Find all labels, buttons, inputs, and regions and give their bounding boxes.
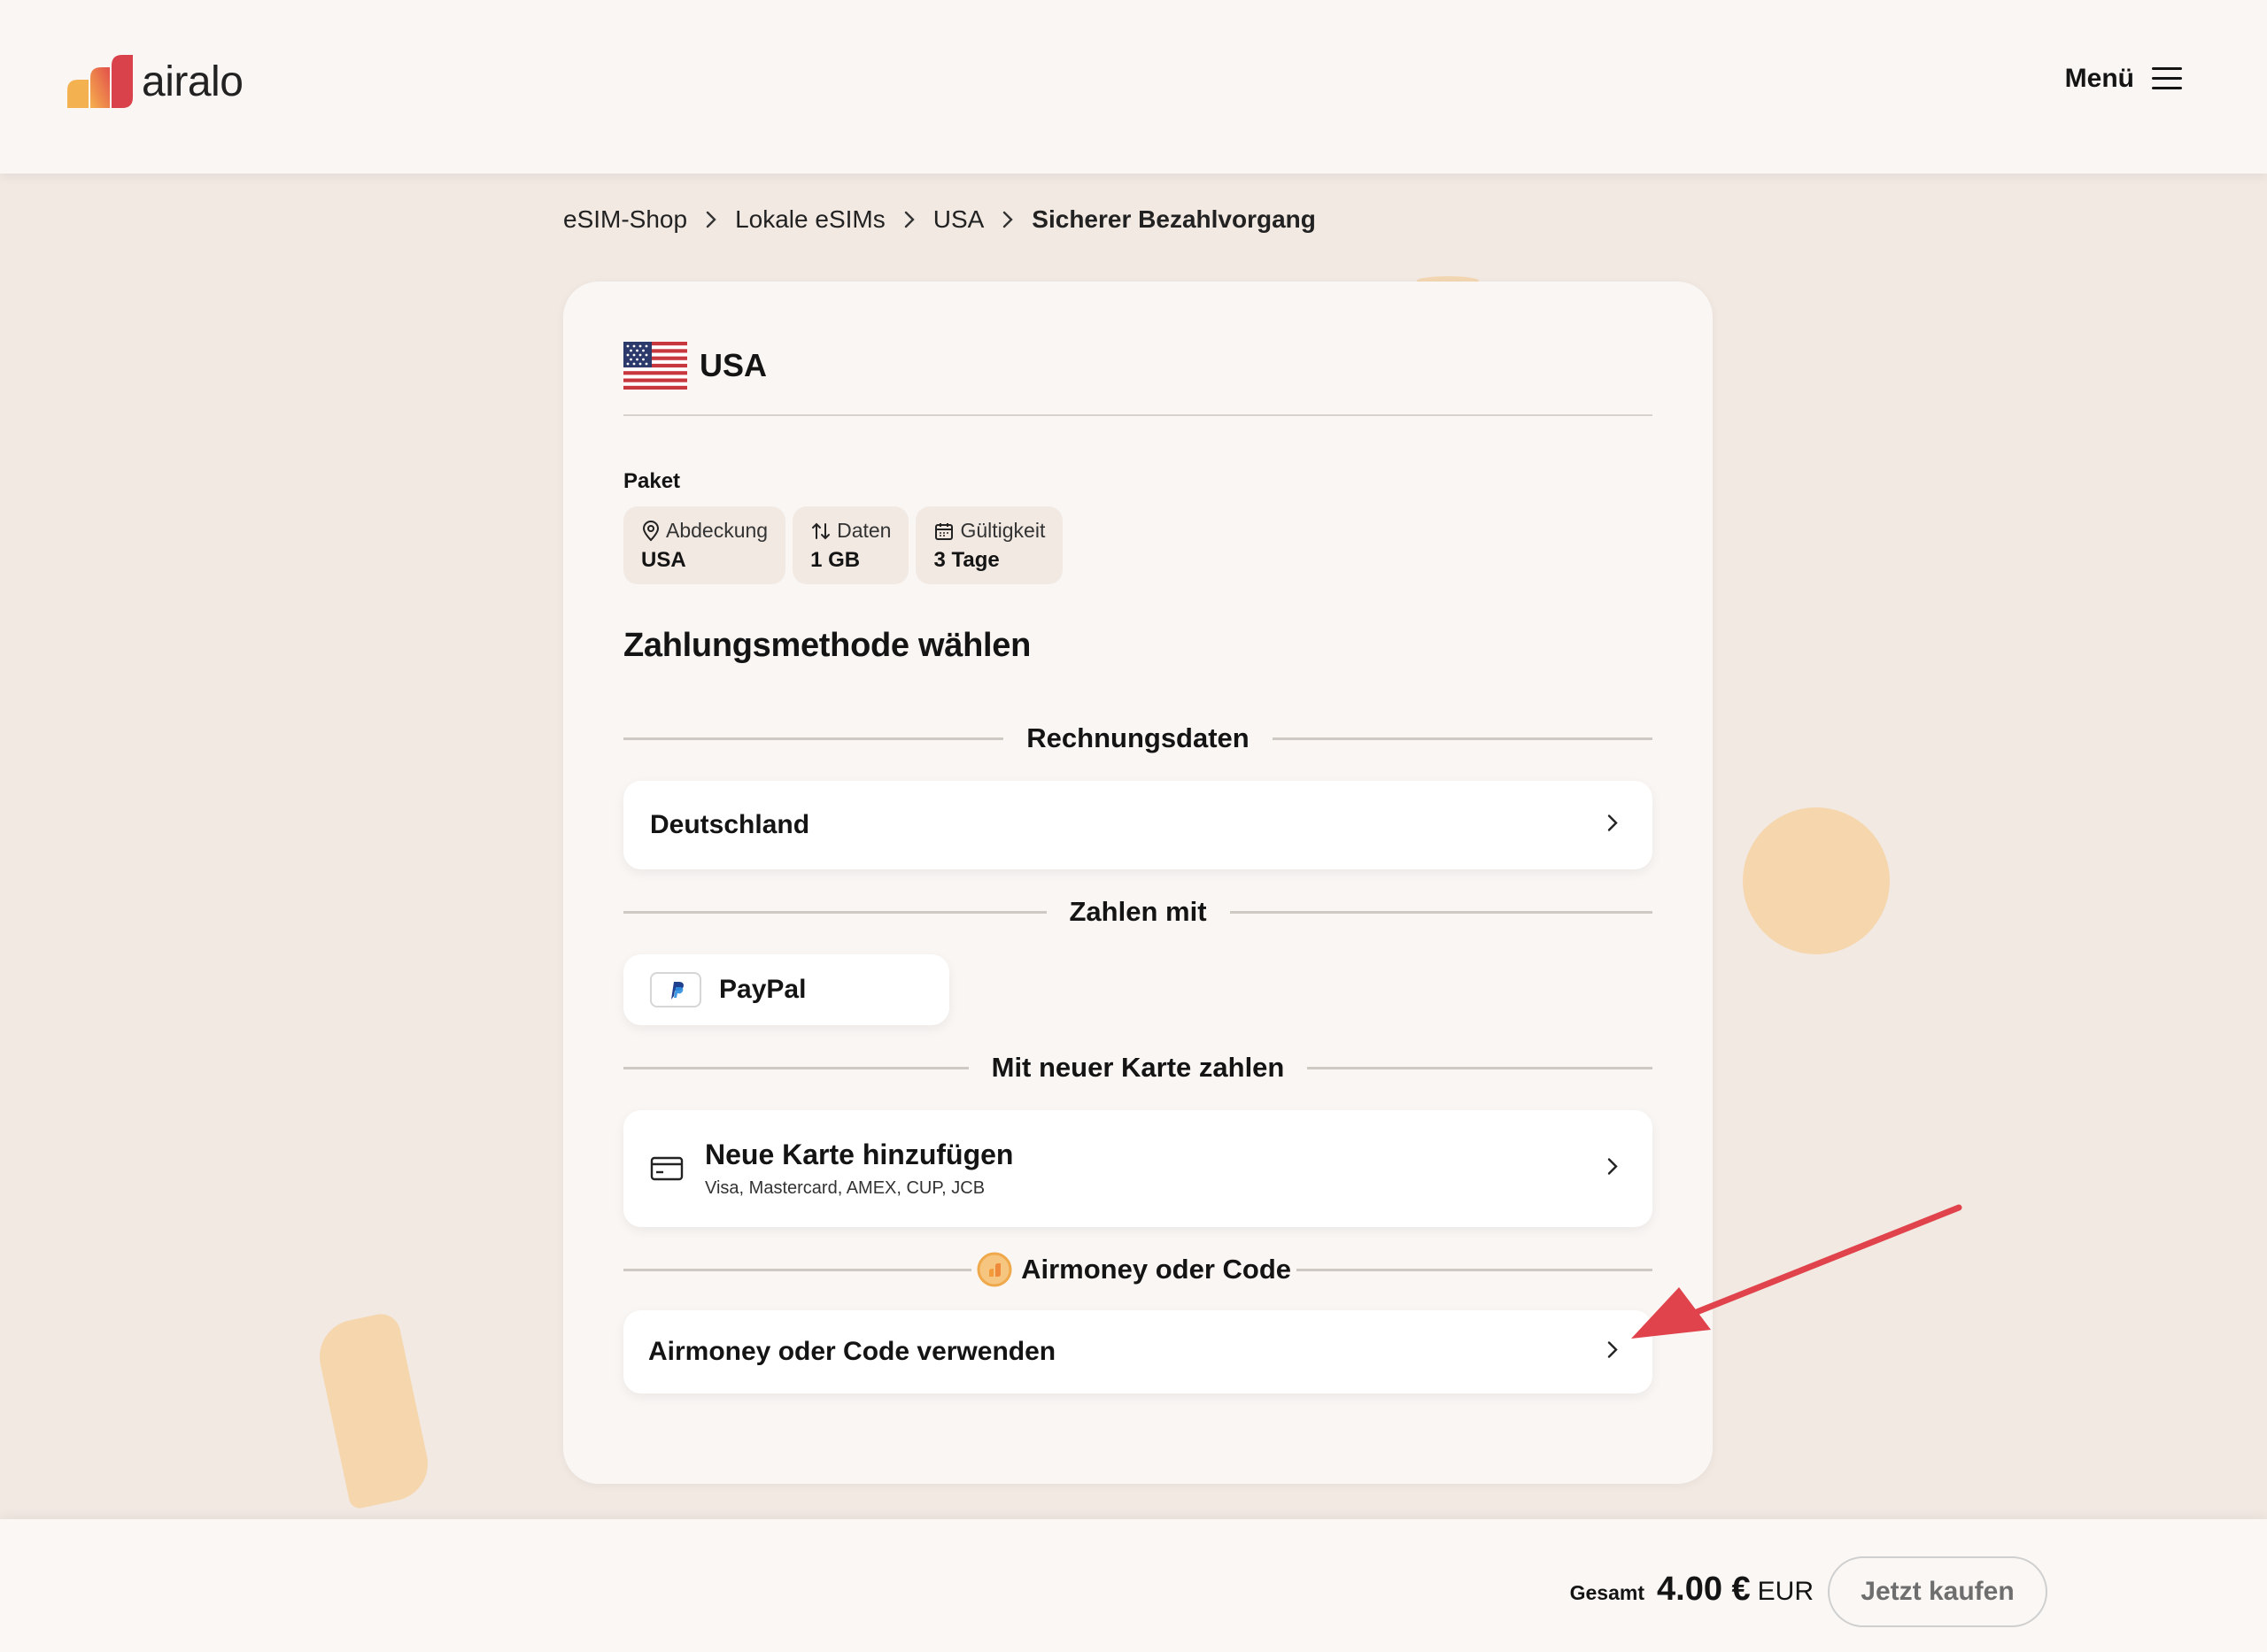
location-pin-icon <box>642 520 660 541</box>
chip-validity: Gültigkeit 3 Tage <box>916 506 1064 584</box>
us-flag-icon <box>623 342 687 390</box>
billing-divider-label: Rechnungsdaten <box>1026 722 1250 753</box>
airmoney-divider: Airmoney oder Code <box>623 1252 1652 1287</box>
logo-text: airalo <box>142 58 244 105</box>
pay-with-divider-label: Zahlen mit <box>1069 896 1207 927</box>
add-card-subtitle: Visa, Mastercard, AMEX, CUP, JCB <box>705 1178 986 1198</box>
new-card-divider-label: Mit neuer Karte zahlen <box>991 1052 1285 1083</box>
menu-button[interactable]: Menü <box>2065 64 2182 94</box>
checkout-card: USA Paket Abdeckung USA Daten 1 GB Gülti… <box>563 282 1713 1484</box>
add-card-button[interactable]: Neue Karte hinzufügen Visa, Mastercard, … <box>623 1110 1652 1227</box>
country-header: USA <box>623 342 767 390</box>
menu-label: Menü <box>2064 64 2134 93</box>
paypal-label: PayPal <box>719 975 807 1004</box>
airmoney-divider-label: Airmoney oder Code <box>1021 1254 1291 1285</box>
decor-circle <box>1743 807 1890 954</box>
billing-country-value: Deutschland <box>650 810 810 839</box>
airalo-logo-icon <box>67 55 133 108</box>
airmoney-code-label: Airmoney oder Code verwenden <box>648 1337 1056 1366</box>
chip-data-value: 1 GB <box>810 548 861 572</box>
paypal-button[interactable]: PayPal <box>623 954 949 1025</box>
airmoney-coin-icon <box>977 1252 1012 1287</box>
hamburger-icon <box>2152 67 2182 90</box>
breadcrumb-lokale-esims[interactable]: Lokale eSIMs <box>735 205 886 234</box>
chip-validity-value: 3 Tage <box>933 548 1000 572</box>
chip-coverage-label: Abdeckung <box>666 519 769 542</box>
billing-country-select[interactable]: Deutschland <box>623 781 1652 869</box>
package-label: Paket <box>623 469 681 493</box>
chip-coverage-value: USA <box>641 548 686 572</box>
chip-data: Daten 1 GB <box>793 506 909 584</box>
divider-line <box>623 414 1652 416</box>
chip-data-label: Daten <box>837 519 892 542</box>
new-card-divider: Mit neuer Karte zahlen <box>623 1050 1652 1085</box>
paypal-icon <box>650 972 701 1007</box>
total-summary: Gesamt 4.00 € EUR <box>1570 1571 1814 1609</box>
add-card-title: Neue Karte hinzufügen <box>705 1139 1014 1170</box>
chip-coverage: Abdeckung USA <box>623 506 786 584</box>
data-arrows-icon <box>812 522 831 539</box>
calendar-icon <box>935 522 954 540</box>
breadcrumb-esim-shop[interactable]: eSIM-Shop <box>563 205 687 234</box>
total-amount: 4.00 € <box>1657 1571 1751 1608</box>
top-header: airalo Menü <box>0 0 2267 174</box>
chevron-right-icon <box>1606 1156 1619 1182</box>
breadcrumb-usa[interactable]: USA <box>933 205 985 234</box>
total-label: Gesamt <box>1569 1581 1644 1604</box>
payment-method-title: Zahlungsmethode wählen <box>623 627 1031 664</box>
billing-divider: Rechnungsdaten <box>623 721 1652 756</box>
airmoney-code-button[interactable]: Airmoney oder Code verwenden <box>623 1310 1652 1393</box>
decor-shape <box>313 1310 435 1510</box>
pay-with-divider: Zahlen mit <box>623 894 1653 930</box>
chip-validity-label: Gültigkeit <box>960 519 1046 542</box>
breadcrumb-current: Sicherer Bezahlvorgang <box>1032 205 1316 233</box>
chevron-right-icon <box>886 210 933 229</box>
chevron-right-icon <box>687 210 735 229</box>
package-chips: Abdeckung USA Daten 1 GB Gültigkeit 3 Ta… <box>623 506 1064 584</box>
buy-now-button[interactable]: Jetzt kaufen <box>1828 1556 2047 1627</box>
total-currency: EUR <box>1757 1577 1814 1606</box>
credit-card-icon <box>650 1156 684 1181</box>
breadcrumb: eSIM-Shop Lokale eSIMs USA Sicherer Beza… <box>563 205 1316 234</box>
airalo-logo[interactable]: airalo <box>67 55 244 108</box>
page: airalo Menü eSIM-Shop Lokale eSIMs USA S… <box>0 0 2267 1652</box>
chevron-right-icon <box>984 210 1032 229</box>
airmoney-divider-label-wrap: Airmoney oder Code <box>971 1252 1296 1287</box>
country-name: USA <box>700 347 768 383</box>
checkout-footer: Gesamt 4.00 € EUR Jetzt kaufen <box>0 1519 2267 1652</box>
chevron-right-icon <box>1606 813 1619 838</box>
annotation-arrow <box>1631 1204 1962 1339</box>
